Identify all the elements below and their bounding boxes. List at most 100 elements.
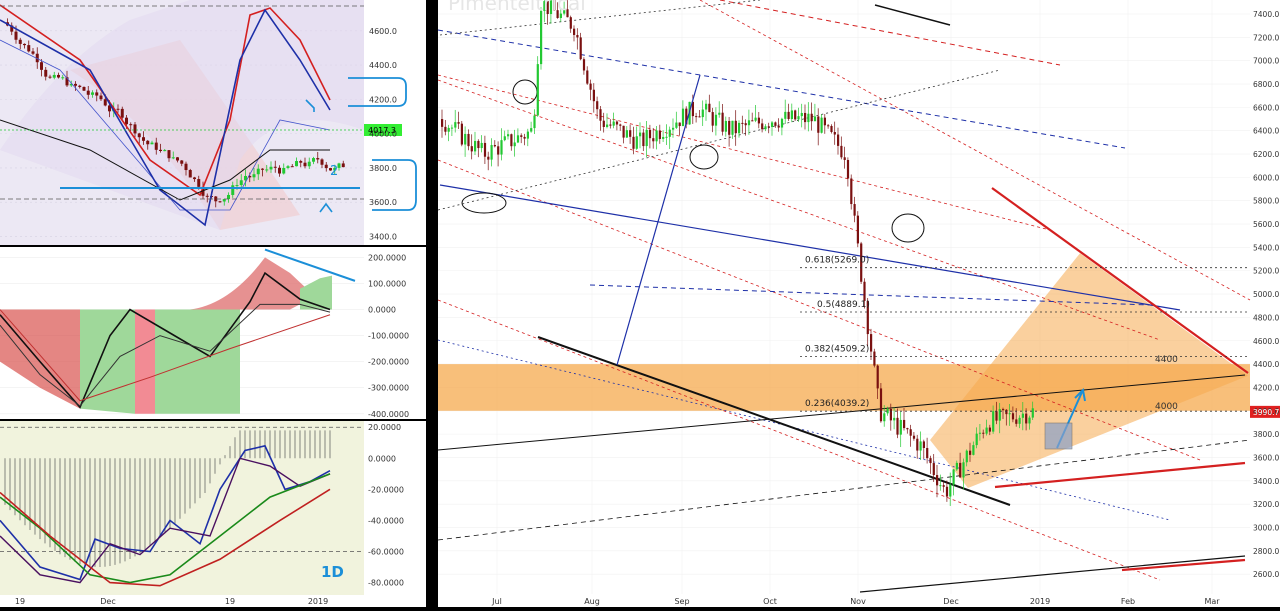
left-candle <box>61 77 65 79</box>
right-candle <box>477 140 480 149</box>
left-candle <box>197 179 201 187</box>
right-candle <box>912 435 916 439</box>
left-time-tick-label: 19 <box>225 597 235 606</box>
oscillator-tick-label: -100.0000 <box>368 332 409 341</box>
right-time-tick-label: Jul <box>491 597 502 606</box>
right-time-tick-label: Nov <box>850 597 866 606</box>
right-price-tick-label: 5200.0 <box>1253 267 1279 276</box>
right-candle <box>655 130 658 142</box>
oscillator-area-pink <box>135 309 155 414</box>
right-candle <box>837 134 840 146</box>
right-candle <box>652 138 655 142</box>
left-candle <box>23 43 26 46</box>
right-price-tick-label: 3000.0 <box>1253 523 1279 532</box>
right-candle <box>889 408 892 421</box>
left-candle <box>265 169 269 171</box>
right-candle <box>609 124 612 126</box>
right-candle <box>939 485 942 487</box>
left-candle <box>299 161 303 163</box>
right-candle <box>625 130 628 138</box>
left-candle <box>31 51 35 54</box>
left-candle <box>239 180 243 186</box>
left-last-price-label: 4017.3 <box>368 126 396 135</box>
right-candle <box>988 427 991 432</box>
left-candle <box>222 199 226 202</box>
left-candle <box>142 137 145 141</box>
right-candle <box>995 411 998 421</box>
oscillator2-tick-label: -80.0000 <box>368 579 404 588</box>
left-candle <box>180 160 184 164</box>
left-candle <box>307 161 311 167</box>
right-candle <box>853 204 856 216</box>
right-candle <box>460 123 463 145</box>
right-candle <box>945 486 949 497</box>
right-candle <box>615 121 619 125</box>
right-price-tick-label: 2800.0 <box>1253 547 1279 556</box>
right-price-tick-label: 7200.0 <box>1253 33 1279 42</box>
left-candle <box>320 159 324 165</box>
left-candle <box>14 31 18 40</box>
right-candle <box>533 115 536 129</box>
left-candle <box>303 162 307 167</box>
right-price-tick-label: 2600.0 <box>1253 570 1279 579</box>
right-candle <box>823 117 826 126</box>
right-candle <box>879 388 883 422</box>
left-candle <box>91 92 94 95</box>
left-candle <box>40 62 43 70</box>
right-candle <box>876 365 879 389</box>
oscillator2-tick-label: -60.0000 <box>368 548 404 557</box>
left-candle <box>159 149 162 151</box>
right-price-tick-label: 5400.0 <box>1253 243 1279 252</box>
right-candle <box>447 127 450 132</box>
left-candle <box>95 92 99 96</box>
right-candle <box>520 135 523 137</box>
right-fib-label: 0.236(4039.2) <box>805 399 869 409</box>
right-price-tick-label: 3200.0 <box>1253 500 1279 509</box>
right-price-tick-label: 6800.0 <box>1253 80 1279 89</box>
right-candle <box>975 433 978 446</box>
right-candle <box>493 145 496 147</box>
right-price-tick-label: 4400.0 <box>1253 360 1279 369</box>
right-candle <box>665 136 668 138</box>
right-price-tick-label: 5800.0 <box>1253 197 1279 206</box>
right-last-price-label: 3990.7 <box>1253 408 1279 417</box>
left-candle <box>86 90 90 95</box>
right-candle <box>457 122 460 124</box>
right-candle <box>985 427 988 434</box>
left-price-tick-label: 4400.0 <box>369 61 397 70</box>
right-fib-label: 0.618(5269.0) <box>805 256 869 266</box>
right-candle <box>507 134 510 137</box>
right-candle <box>470 146 473 152</box>
right-candle <box>932 463 935 476</box>
right-candle <box>1015 419 1018 424</box>
right-price-tick-label: 5600.0 <box>1253 220 1279 229</box>
right-candle <box>800 112 803 117</box>
right-candle <box>817 116 820 133</box>
left-price-tick-label: 3600.0 <box>369 198 397 207</box>
right-candle <box>807 113 810 123</box>
right-candle <box>764 126 767 130</box>
right-candle <box>705 103 708 110</box>
right-candle <box>579 37 582 60</box>
right-candle <box>724 120 727 132</box>
oscillator2-tick-label: -20.0000 <box>368 485 404 494</box>
right-price-tick-label: 4800.0 <box>1253 313 1279 322</box>
right-candle <box>1031 408 1034 418</box>
right-candle <box>787 111 790 120</box>
right-candle <box>827 125 830 127</box>
oscillator2-tick-label: 0.0000 <box>368 454 396 463</box>
right-candle <box>622 125 625 138</box>
left-oscillator2-panel <box>0 421 364 595</box>
right-price-tick-label: 6400.0 <box>1253 127 1279 136</box>
right-candle <box>896 417 899 435</box>
left-candle <box>269 166 273 170</box>
right-candle <box>962 462 965 478</box>
right-candle <box>648 129 652 139</box>
right-candle <box>804 112 807 123</box>
right-level-label: 4400 <box>1155 355 1178 365</box>
right-candle <box>483 142 487 157</box>
right-candle <box>662 136 665 139</box>
right-candle <box>936 475 939 486</box>
right-candle <box>965 450 968 463</box>
right-candle <box>454 122 457 128</box>
